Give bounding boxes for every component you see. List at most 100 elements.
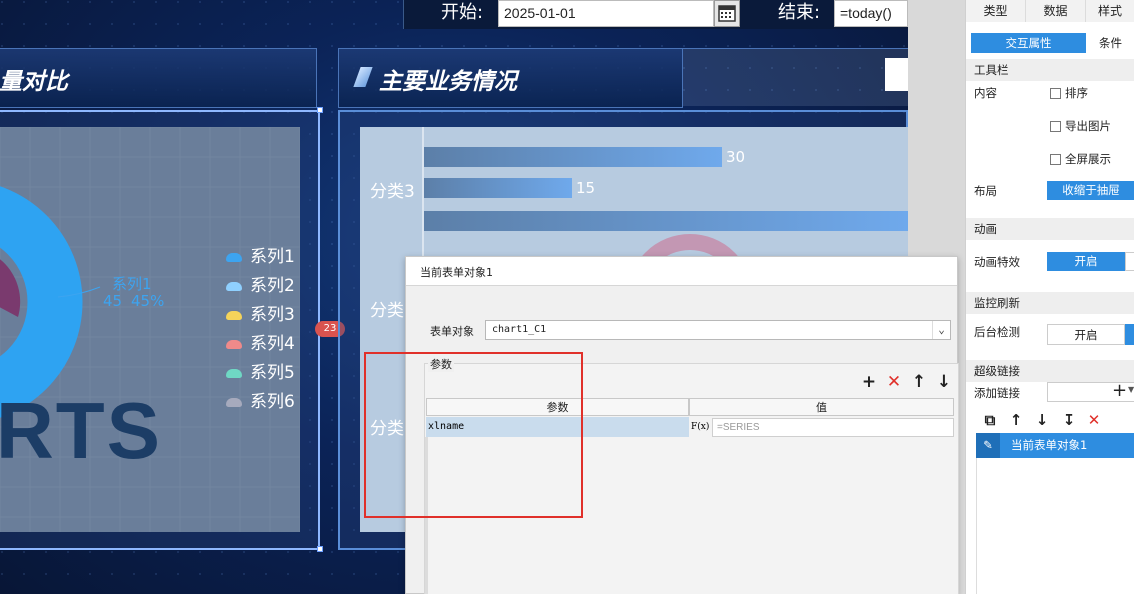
legend-swatch [226,398,242,407]
toolbar-section: 工具栏 [966,59,1134,81]
monitor-section: 监控刷新 [966,292,1134,314]
link-item-label: 当前表单对象1 [1011,438,1088,452]
legend-label: 系列4 [250,334,295,354]
animation-effect-label: 动画特效 [974,255,1020,269]
checkbox-icon [1050,153,1061,165]
subtab-condition[interactable]: 条件 [1086,33,1134,53]
checkbox-label: 导出图片 [1065,119,1111,133]
bar-2-value: 15 [576,179,596,197]
form-object-value: chart1_C1 [492,324,547,335]
hyperlink-section: 超级链接 [966,360,1134,382]
col-header-value: 值 [689,398,954,416]
checkbox-sort[interactable]: 排序 [1050,85,1088,101]
arrow-down-icon[interactable]: ↓ [1032,410,1052,430]
tab-style[interactable]: 样式 [1086,0,1134,22]
add-link-dropdown[interactable]: + ▼ [1047,380,1134,402]
delete-icon[interactable]: ✕ [885,374,903,391]
legend-item-4[interactable]: 系列4 [226,330,295,359]
animation-on-toggle[interactable]: 开启 [1047,252,1125,271]
pie-label-percent: 45% [131,292,165,310]
legend-swatch [226,282,242,291]
legend-item-1[interactable]: 系列1 [226,243,295,272]
pie-label-series: 系列1 [112,275,152,293]
category-label-2: 分类 [370,301,404,321]
animation-off-toggle[interactable] [1125,252,1134,271]
legend-swatch [226,369,242,378]
right-panel-header: 主要业务情况 [338,48,683,108]
bar-2 [424,178,572,198]
checkbox-icon [1050,87,1061,99]
dialog-title: 当前表单对象1 [406,257,957,286]
add-icon[interactable]: + [860,374,878,391]
right-panel-header-ext [683,48,908,106]
watermark-text: RTS [0,386,162,475]
tab-type[interactable]: 类型 [966,0,1026,22]
left-panel-header: 量对比 [0,48,317,108]
legend-label: 系列5 [250,363,295,383]
link-list-area [976,458,1134,594]
checkbox-label: 排序 [1065,86,1088,100]
checkbox-icon [1050,120,1061,132]
bar-3 [424,211,908,231]
title-accent-icon [353,67,373,87]
animation-section: 动画 [966,218,1134,240]
layout-label: 布局 [974,184,997,198]
category-label-1: 分类3 [370,182,415,202]
bar-1 [424,147,722,167]
property-panel: 类型 数据 样式 交互属性 条件 工具栏 内容 排序 导出图片 全屏展示 布局 … [965,0,1134,594]
formula-fx-button[interactable]: F(x) [691,417,711,437]
calendar-button[interactable] [714,0,740,27]
end-label: 结束: [778,2,821,23]
edit-pencil-icon[interactable]: ✎ [976,433,1000,458]
start-date-input[interactable]: 2025-01-01 [498,0,714,27]
arrow-up-icon[interactable]: ↑ [1006,410,1026,430]
arrow-up-icon[interactable]: ↑ [910,374,928,391]
legend-item-5[interactable]: 系列5 [226,359,295,388]
legend-item-3[interactable]: 系列3 [226,301,295,330]
legend-label: 系列2 [250,276,295,296]
calendar-icon [718,5,736,22]
checkbox-fullscreen[interactable]: 全屏展示 [1050,151,1111,167]
legend-label: 系列6 [250,392,295,412]
bar-1-value: 30 [726,148,746,166]
chevron-down-icon[interactable]: ⌄ [932,321,950,339]
chart-legend: 系列1 系列2 系列3 系列4 系列5 系列6 [226,243,295,417]
legend-swatch [226,311,242,320]
add-link-label: 添加链接 [974,386,1020,400]
resize-handle-bottom-right[interactable] [317,546,323,552]
pie-label-value: 45 [103,292,123,310]
end-date-input[interactable]: =today() [834,0,908,27]
arrow-down-icon[interactable]: ↓ [935,374,953,391]
pie-chart-area: 系列1 45 45% RTS 系列1 系列2 系列3 系列4 系列5 系列6 [0,127,300,532]
move-bottom-icon[interactable]: ↧ [1058,410,1080,430]
checkbox-export-image[interactable]: 导出图片 [1050,118,1111,134]
start-label: 开始: [441,2,484,23]
content-label: 内容 [974,86,997,100]
legend-label: 系列1 [250,247,295,267]
legend-label: 系列3 [250,305,295,325]
checkbox-label: 全屏展示 [1065,152,1111,166]
backend-off-toggle[interactable] [1125,324,1134,345]
legend-item-6[interactable]: 系列6 [226,388,295,417]
backend-on-toggle[interactable]: 开启 [1047,324,1125,345]
resize-handle-top-right[interactable] [317,107,323,113]
header-white-box [885,58,908,91]
param-value-input[interactable]: =SERIES [712,418,954,437]
legend-swatch [226,253,242,262]
caret-down-icon: ▼ [1128,385,1134,394]
right-panel-title: 主要业务情况 [379,69,517,95]
legend-swatch [226,340,242,349]
left-panel-title: 量对比 [0,69,68,95]
copy-icon[interactable]: ⧉ [980,410,1000,430]
link-item-row[interactable]: ✎ 当前表单对象1 [976,433,1134,458]
delete-icon[interactable]: ✕ [1084,410,1104,430]
backend-check-label: 后台检测 [974,325,1020,339]
legend-item-2[interactable]: 系列2 [226,272,295,301]
form-object-select[interactable]: chart1_C1 ⌄ [485,320,951,340]
tab-data[interactable]: 数据 [1026,0,1086,22]
layout-drawer-button[interactable]: 收缩于抽屉 [1047,181,1134,200]
form-object-label: 表单对象 [430,325,474,338]
plus-icon: + [1112,380,1128,401]
link-toolbar: ⧉ ↑ ↓ ↧ ✕ [976,410,1134,432]
subtab-interaction[interactable]: 交互属性 [971,33,1086,53]
